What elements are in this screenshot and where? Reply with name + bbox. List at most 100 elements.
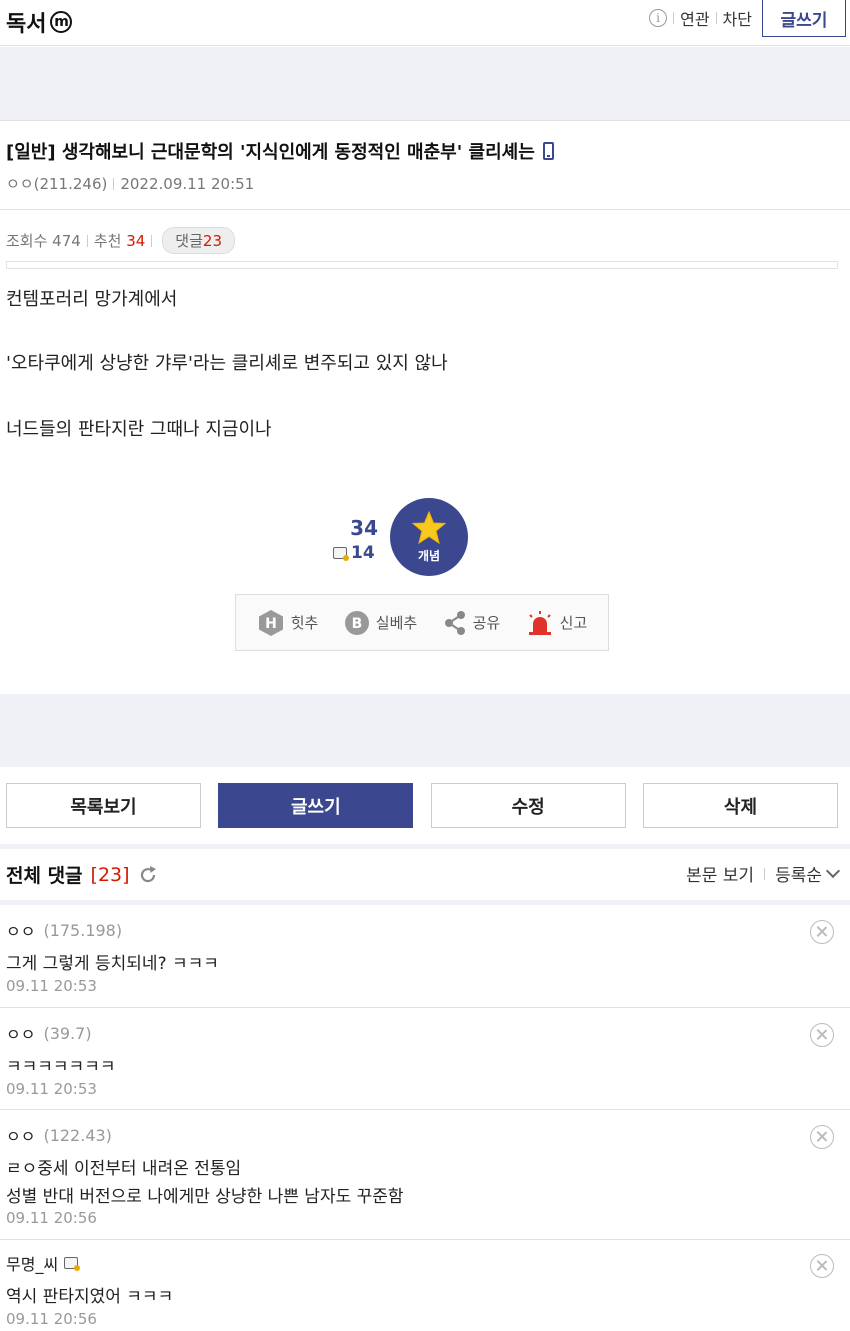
delete-button[interactable]: 삭제 <box>642 783 838 828</box>
comment-date: 09.11 20:53 <box>6 977 97 995</box>
ad-band-top <box>0 47 850 120</box>
report-label: 신고 <box>559 614 588 632</box>
comment-text: 그게 그렇게 등치되네? ㅋㅋㅋ <box>6 954 219 974</box>
mobile-icon <box>542 142 554 160</box>
post-meta: ㅇㅇ(211.246) 2022.09.11 20:51 <box>6 173 254 194</box>
delete-comment-icon[interactable] <box>810 1023 834 1047</box>
comment-nickname[interactable]: ㅇㅇ <box>6 1123 35 1147</box>
delete-comment-icon[interactable] <box>810 920 834 944</box>
reply-count-badge[interactable]: 댓글23 <box>162 227 235 254</box>
post-body-line: 너드들의 판타지란 그때나 지금이나 <box>6 419 272 440</box>
share-button[interactable]: 공유 <box>443 610 501 636</box>
hit-label: 힛추 <box>290 614 319 632</box>
write-button-top[interactable]: 글쓰기 <box>762 0 846 37</box>
divider <box>151 234 153 247</box>
svg-text:H: H <box>265 616 277 632</box>
top-right-menu: i 연관 차단 글쓰기 <box>649 0 846 37</box>
comments-options: 본문 보기 등록순 <box>686 861 841 886</box>
comment-text: ㄹㅇ중세 이전부터 내려온 전통임 <box>6 1159 242 1179</box>
share-label: 공유 <box>472 614 501 632</box>
fixed-user-icon <box>333 547 349 561</box>
report-button[interactable]: 신고 <box>526 610 588 636</box>
post-actions: H 힛추 B 실베추 공유 신고 <box>235 594 609 651</box>
comments-title-text: 전체 댓글 <box>6 865 83 887</box>
view-count: 조회수 474 <box>6 232 81 250</box>
ad-band-bottom <box>0 694 850 767</box>
divider <box>86 234 88 247</box>
fixed-recommend: 14 <box>333 543 375 563</box>
delete-comment-icon[interactable] <box>810 1125 834 1149</box>
hit-recommend-button[interactable]: H 힛추 <box>257 609 319 637</box>
siren-icon <box>528 610 551 635</box>
divider <box>715 12 717 24</box>
top-bar: 독서 m i 연관 차단 글쓰기 <box>0 0 850 46</box>
comment-section-bar <box>0 844 850 849</box>
divider <box>764 867 766 880</box>
info-icon[interactable]: i <box>649 9 668 27</box>
list-button[interactable]: 목록보기 <box>6 783 201 828</box>
divider <box>0 120 850 121</box>
post-title: [일반] 생각해보니 근대문학의 '지식인에게 동정적인 매춘부' 클리셰는 <box>6 138 554 164</box>
star-icon <box>411 510 447 544</box>
post-body-line: 컨템포러리 망가계에서 <box>6 289 178 310</box>
sort-select[interactable]: 등록순 <box>775 861 822 886</box>
comment-author[interactable]: ㅇㅇ (39.7) <box>6 1021 92 1045</box>
hit-icon: H <box>258 609 283 636</box>
best-icon: B <box>344 610 369 635</box>
post-author[interactable]: ㅇㅇ(211.246) <box>6 173 107 194</box>
recommend-button[interactable]: 개념 <box>390 498 468 576</box>
chevron-down-icon[interactable] <box>825 863 841 878</box>
post-title-text: [일반] 생각해보니 근대문학의 '지식인에게 동정적인 매춘부' 클리셰는 <box>6 142 535 163</box>
comment-ip: (39.7) <box>43 1023 92 1043</box>
delete-comment-icon[interactable] <box>810 1254 834 1278</box>
gallery-name[interactable]: 독서 m <box>6 6 73 38</box>
comment-date: 09.11 20:56 <box>6 1209 97 1227</box>
comments-title: 전체 댓글 [23] <box>6 861 158 888</box>
comment-nickname[interactable]: ㅇㅇ <box>6 918 35 942</box>
comment-text: ㅋㅋㅋㅋㅋㅋㅋ <box>6 1057 116 1077</box>
divider <box>0 209 850 210</box>
recommend-count: 34 <box>126 231 146 250</box>
post-stats: 조회수 474 추천 34 댓글23 <box>6 227 235 254</box>
edit-button[interactable]: 수정 <box>430 783 626 828</box>
comment-item: ㅇㅇ (122.43) ㄹㅇ중세 이전부터 내려온 전통임 성별 반대 버전으로… <box>0 1109 850 1239</box>
comment-nickname[interactable]: 무명_씨 <box>6 1251 58 1275</box>
comment-item: 무명_씨 역시 판타지였어 ㅋㅋㅋ 09.11 20:56 <box>0 1239 850 1331</box>
block-link[interactable]: 차단 <box>723 6 752 30</box>
post-body-line: '오타쿠에게 상냥한 갸루'라는 클리셰로 변주되고 있지 않나 <box>6 353 448 374</box>
post-button-row: 목록보기 글쓰기 수정 삭제 <box>6 783 838 828</box>
silbe-recommend-button[interactable]: B 실베추 <box>344 610 417 636</box>
recommend-button-label: 개념 <box>417 548 441 563</box>
silbe-label: 실베추 <box>375 614 418 632</box>
comment-date: 09.11 20:53 <box>6 1080 97 1098</box>
write-button[interactable]: 글쓰기 <box>218 783 414 828</box>
view-body-link[interactable]: 본문 보기 <box>686 861 754 886</box>
comment-ip: (122.43) <box>43 1125 112 1145</box>
related-link[interactable]: 연관 <box>680 6 709 30</box>
comment-nickname[interactable]: ㅇㅇ <box>6 1021 35 1045</box>
content-top-border <box>6 261 838 269</box>
recommend-total: 34 <box>350 516 378 540</box>
fixed-user-icon <box>64 1257 81 1271</box>
comment-author[interactable]: 무명_씨 <box>6 1251 82 1275</box>
comment-author[interactable]: ㅇㅇ (175.198) <box>6 918 122 942</box>
share-icon <box>444 610 465 635</box>
post-datetime: 2022.09.11 20:51 <box>120 174 255 193</box>
comments-count: [23] <box>90 863 130 886</box>
reply-count: 23 <box>202 232 222 250</box>
comment-text: 성별 반대 버전으로 나에게만 상냥한 나쁜 남자도 꾸준함 <box>6 1187 404 1207</box>
svg-text:B: B <box>351 616 362 632</box>
gallery-title[interactable]: 독서 <box>6 6 46 38</box>
comment-item: ㅇㅇ (175.198) 그게 그렇게 등치되네? ㅋㅋㅋ 09.11 20:5… <box>0 905 850 1007</box>
fixed-recommend-count: 14 <box>351 543 375 563</box>
comment-ip: (175.198) <box>43 920 123 940</box>
comment-author[interactable]: ㅇㅇ (122.43) <box>6 1123 112 1147</box>
divider <box>673 12 675 24</box>
minor-gallery-icon: m <box>50 11 73 33</box>
comment-text: 역시 판타지였어 ㅋㅋㅋ <box>6 1287 174 1307</box>
refresh-icon[interactable] <box>138 865 158 885</box>
reply-label: 댓글 <box>175 232 203 250</box>
divider <box>113 177 115 190</box>
comment-date: 09.11 20:56 <box>6 1310 97 1328</box>
comment-item: ㅇㅇ (39.7) ㅋㅋㅋㅋㅋㅋㅋ 09.11 20:53 <box>0 1007 850 1109</box>
